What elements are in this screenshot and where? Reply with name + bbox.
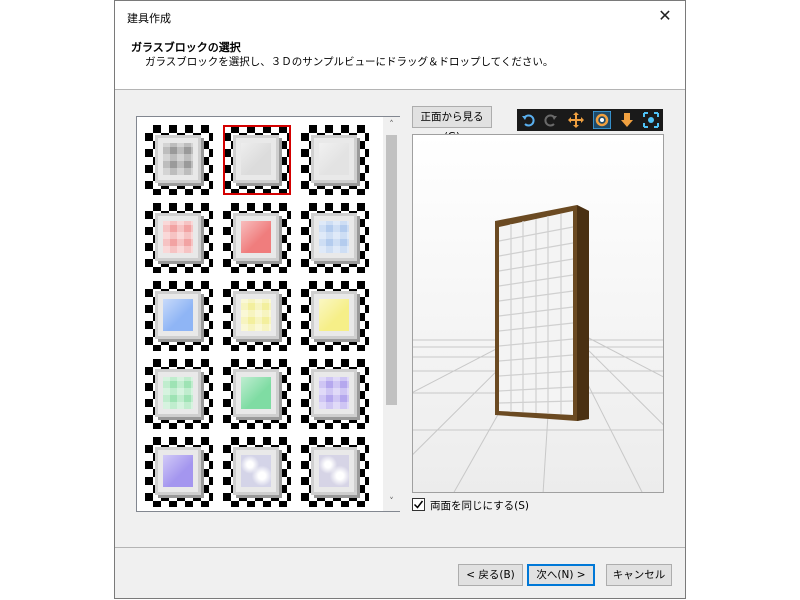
back-button[interactable]: < 戻る(B) — [458, 564, 523, 586]
list-scrollbar[interactable]: ˄ ˅ — [383, 117, 400, 511]
glass-block-tile[interactable] — [145, 125, 213, 195]
glass-block-thumbnail — [311, 369, 357, 417]
glass-pane — [163, 299, 193, 331]
front-view-button[interactable]: 正面から見る(G) — [412, 106, 492, 143]
glass-block-thumbnail — [155, 291, 201, 339]
glass-block-tile[interactable] — [223, 281, 291, 351]
same-both-sides-checkbox[interactable] — [412, 498, 425, 511]
glass-pane — [241, 299, 271, 331]
wizard-header: ガラスブロックの選択 ガラスブロックを選択し、３Ｄのサンプルビューにドラッグ＆ド… — [115, 31, 685, 90]
footer-divider — [115, 547, 685, 548]
cancel-button[interactable]: キャンセル — [606, 564, 672, 586]
glass-block-thumbnail — [311, 213, 357, 261]
page-title: ガラスブロックの選択 — [131, 41, 241, 54]
glass-block-thumbnail — [233, 291, 279, 339]
glass-block-list[interactable] — [136, 116, 400, 512]
scroll-up-icon[interactable]: ˄ — [383, 117, 400, 134]
glass-block-thumbnail — [233, 369, 279, 417]
orbit-icon[interactable] — [593, 111, 611, 129]
glass-block-tile[interactable] — [223, 203, 291, 273]
glass-block-thumbnail — [311, 447, 357, 495]
close-icon[interactable]: ✕ — [655, 6, 675, 26]
glass-pane — [163, 377, 193, 409]
title-bar: 建具作成 ✕ — [115, 1, 685, 31]
view-toolbar — [517, 109, 663, 131]
3d-sample-view[interactable] — [412, 134, 664, 493]
glass-block-thumbnail — [311, 291, 357, 339]
glass-block-tile[interactable] — [301, 359, 369, 429]
glass-pane — [241, 143, 271, 175]
glass-pane — [163, 143, 193, 175]
glass-block-tile[interactable] — [301, 437, 369, 507]
same-both-sides-label: 両面を同じにする(S) — [430, 500, 529, 512]
rotate-ccw-icon[interactable] — [520, 111, 538, 129]
glass-pane — [241, 377, 271, 409]
fit-view-icon[interactable] — [642, 111, 660, 129]
glass-pane — [241, 221, 271, 253]
glass-block-tile[interactable] — [145, 359, 213, 429]
glass-pane — [241, 455, 271, 487]
glass-pane — [319, 455, 349, 487]
glass-pane — [319, 221, 349, 253]
glass-block-thumbnail — [155, 213, 201, 261]
drop-down-icon[interactable] — [618, 111, 636, 129]
glass-block-thumbnail — [155, 135, 201, 183]
next-button[interactable]: 次へ(N) > — [527, 564, 595, 586]
glass-pane — [319, 143, 349, 175]
glass-block-thumbnail — [155, 447, 201, 495]
glass-block-tile[interactable] — [145, 281, 213, 351]
glass-block-thumbnail — [311, 135, 357, 183]
glass-block-tile[interactable] — [145, 203, 213, 273]
glass-block-tile[interactable] — [301, 125, 369, 195]
glass-block-wall — [495, 205, 589, 421]
3d-scene — [413, 135, 663, 492]
scroll-down-icon[interactable]: ˅ — [383, 494, 400, 511]
glass-block-thumbnail — [233, 447, 279, 495]
glass-block-tile[interactable] — [145, 437, 213, 507]
rotate-cw-icon[interactable] — [541, 111, 559, 129]
glass-block-tile[interactable] — [301, 281, 369, 351]
checkmark-icon — [413, 500, 424, 509]
glass-block-tile[interactable] — [301, 203, 369, 273]
glass-block-thumbnail — [155, 369, 201, 417]
glass-pane — [319, 377, 349, 409]
glass-block-thumbnail — [233, 135, 279, 183]
move-icon[interactable] — [567, 111, 585, 129]
glass-pane — [319, 299, 349, 331]
page-subtitle: ガラスブロックを選択し、３Ｄのサンプルビューにドラッグ＆ドロップしてください。 — [145, 56, 554, 68]
glass-pane — [163, 221, 193, 253]
glass-pane — [163, 455, 193, 487]
glass-block-tile[interactable] — [223, 125, 291, 195]
scroll-thumb[interactable] — [386, 135, 397, 405]
glass-block-tile[interactable] — [223, 437, 291, 507]
window-title: 建具作成 — [127, 12, 171, 25]
glass-block-thumbnail — [233, 213, 279, 261]
glass-block-tile[interactable] — [223, 359, 291, 429]
